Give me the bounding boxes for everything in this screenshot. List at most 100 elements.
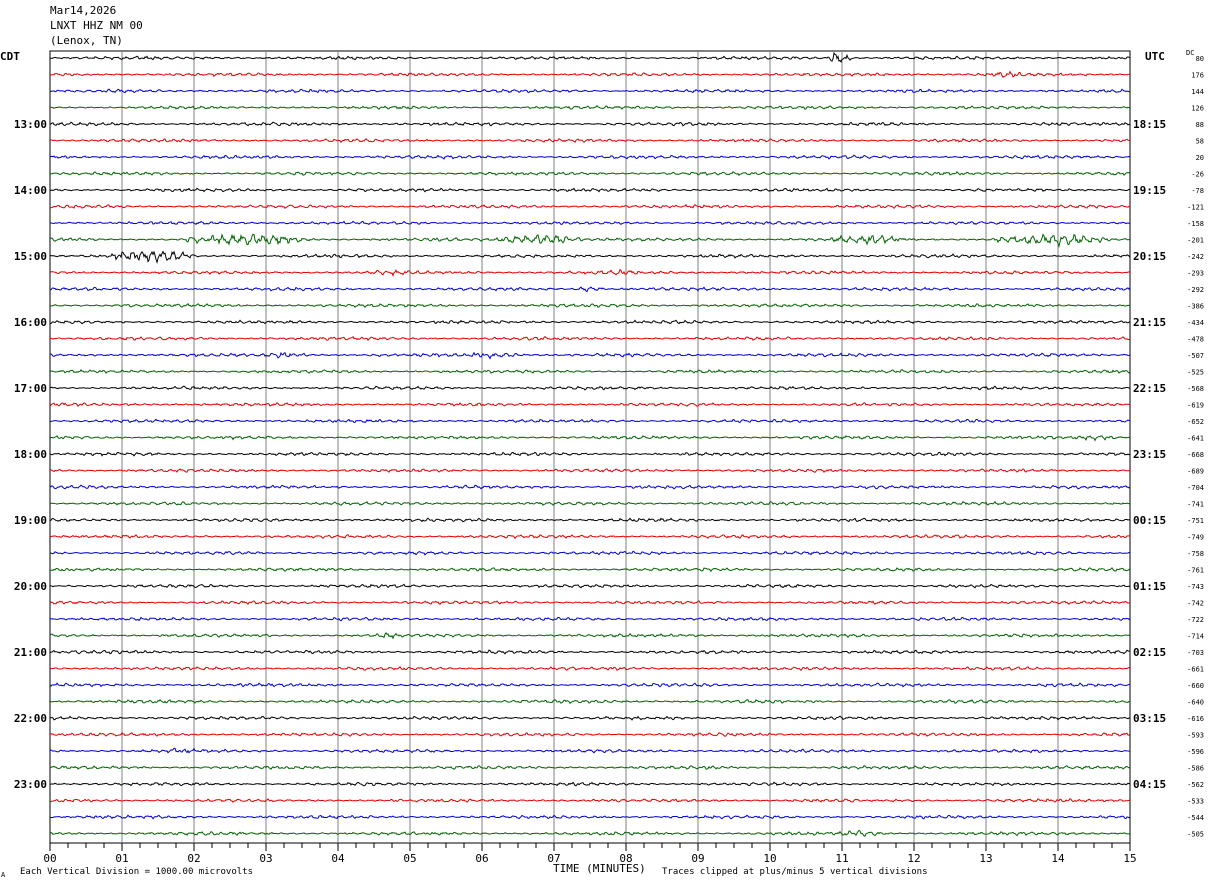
trace-row-39 bbox=[49, 698, 1131, 704]
trace-row-34 bbox=[49, 616, 1131, 622]
trace-row-37 bbox=[49, 666, 1131, 672]
trace-row-3 bbox=[49, 104, 1131, 110]
trace-row-45 bbox=[49, 798, 1131, 803]
trace-row-32 bbox=[49, 583, 1131, 589]
cdt-hour-label: 21:00 bbox=[14, 646, 47, 659]
x-tick-label: 10 bbox=[763, 852, 776, 865]
dc-offset-label: -434 bbox=[1187, 319, 1204, 327]
trace-row-17 bbox=[49, 335, 1131, 341]
cdt-hour-label: 15:00 bbox=[14, 250, 47, 263]
trace-row-4 bbox=[49, 121, 1131, 127]
trace-row-33 bbox=[49, 600, 1131, 606]
x-tick-label: 00 bbox=[43, 852, 56, 865]
trace-row-15 bbox=[49, 302, 1131, 309]
x-tick-label: 12 bbox=[907, 852, 920, 865]
seismogram-plot: 00 01 02 03 04 05 06 07 08 09 10 11 12 13 14 1580176144… bbox=[14, 50, 1204, 865]
trace-row-47 bbox=[49, 829, 1131, 837]
cdt-hour-label: 14:00 bbox=[14, 184, 47, 197]
trace-row-21 bbox=[49, 402, 1131, 408]
trace-row-0 bbox=[49, 51, 1131, 63]
utc-hour-label: 20:15 bbox=[1133, 250, 1166, 263]
trace-row-35 bbox=[49, 632, 1131, 640]
dc-offset-label: -743 bbox=[1187, 583, 1204, 591]
dc-offset-label: 176 bbox=[1191, 72, 1204, 80]
dc-offset-label: -660 bbox=[1187, 682, 1204, 690]
dc-offset-label: -386 bbox=[1187, 303, 1204, 311]
cdt-hour-label: 18:00 bbox=[14, 448, 47, 461]
x-tick-label: 14 bbox=[1051, 852, 1065, 865]
dc-offset-label: -562 bbox=[1187, 781, 1204, 789]
trace-row-28 bbox=[49, 517, 1131, 523]
trace-row-27 bbox=[49, 500, 1131, 506]
utc-hour-label: 19:15 bbox=[1133, 184, 1166, 197]
dc-offset-label: -714 bbox=[1187, 633, 1204, 641]
trace-row-13 bbox=[49, 268, 1131, 278]
trace-row-22 bbox=[49, 418, 1131, 424]
trace-row-41 bbox=[49, 731, 1131, 737]
x-tick-label: 05 bbox=[403, 852, 416, 865]
dc-offset-label: 80 bbox=[1196, 55, 1204, 63]
trace-row-16 bbox=[49, 319, 1131, 325]
trace-row-42 bbox=[49, 747, 1131, 754]
trace-row-24 bbox=[49, 451, 1131, 457]
dc-offset-label: -593 bbox=[1187, 732, 1204, 740]
dc-offset-label: 126 bbox=[1191, 105, 1204, 113]
corner-mark: A bbox=[1, 871, 6, 879]
dc-offset-label: -507 bbox=[1187, 352, 1204, 360]
cdt-hour-label: 13:00 bbox=[14, 118, 47, 131]
trace-row-9 bbox=[49, 203, 1131, 209]
trace-row-36 bbox=[49, 649, 1131, 655]
dc-offset-label: 58 bbox=[1196, 138, 1204, 146]
dc-offset-label: 144 bbox=[1191, 88, 1204, 96]
utc-hour-label: 23:15 bbox=[1133, 448, 1166, 461]
utc-hour-label: 03:15 bbox=[1133, 712, 1166, 725]
trace-row-7 bbox=[50, 170, 1131, 177]
trace-row-12 bbox=[49, 250, 1131, 264]
trace-row-8 bbox=[49, 187, 1131, 193]
utc-hour-label: 02:15 bbox=[1133, 646, 1166, 659]
dc-offset-label: -544 bbox=[1187, 814, 1204, 822]
dc-offset-label: -668 bbox=[1187, 451, 1204, 459]
scale-note: Each Vertical Division = 1000.00 microvo… bbox=[20, 867, 253, 877]
x-tick-label: 04 bbox=[331, 852, 345, 865]
trace-row-31 bbox=[49, 567, 1131, 573]
trace-row-5 bbox=[49, 138, 1131, 144]
dc-offset-label: -525 bbox=[1187, 369, 1204, 377]
trace-row-25 bbox=[49, 468, 1131, 474]
trace-row-18 bbox=[49, 351, 1131, 360]
trace-row-6 bbox=[49, 154, 1131, 160]
x-tick-label: 13 bbox=[979, 852, 992, 865]
trace-row-10 bbox=[49, 220, 1131, 226]
trace-row-23 bbox=[49, 435, 1131, 442]
dc-offset-label: -596 bbox=[1187, 748, 1204, 756]
utc-hour-label: 01:15 bbox=[1133, 580, 1166, 593]
dc-offset-label: -121 bbox=[1187, 204, 1204, 212]
dc-offset-label: -619 bbox=[1187, 402, 1204, 410]
cdt-hour-label: 19:00 bbox=[14, 514, 47, 527]
clip-note: Traces clipped at plus/minus 5 vertical … bbox=[662, 867, 928, 877]
dc-offset-label: -478 bbox=[1187, 336, 1204, 344]
dc-offset-label: -751 bbox=[1187, 517, 1204, 525]
utc-hour-label: 18:15 bbox=[1133, 118, 1166, 131]
dc-offset-label: -533 bbox=[1187, 798, 1204, 806]
x-tick-label: 06 bbox=[475, 852, 488, 865]
cdt-hour-label: 20:00 bbox=[14, 580, 47, 593]
dc-offset-label: -78 bbox=[1191, 187, 1204, 195]
dc-offset-label: -505 bbox=[1187, 831, 1204, 839]
x-tick-label: 03 bbox=[259, 852, 272, 865]
trace-row-38 bbox=[49, 682, 1131, 688]
dc-offset-label: -749 bbox=[1187, 534, 1204, 542]
dc-offset-label: -758 bbox=[1187, 550, 1204, 558]
dc-offset-label: -722 bbox=[1187, 616, 1204, 624]
dc-offset-label: -158 bbox=[1187, 220, 1204, 228]
dc-offset-label: -703 bbox=[1187, 649, 1204, 657]
dc-offset-label: -242 bbox=[1187, 253, 1204, 261]
plot-frame bbox=[49, 50, 1131, 844]
utc-hour-label: 22:15 bbox=[1133, 382, 1166, 395]
utc-hour-label: 21:15 bbox=[1133, 316, 1166, 329]
trace-row-43 bbox=[49, 765, 1131, 770]
trace-row-1 bbox=[49, 70, 1131, 78]
dc-offset-label: -293 bbox=[1187, 270, 1204, 278]
dc-offset-label: -742 bbox=[1187, 600, 1204, 608]
dc-offset-label: -26 bbox=[1191, 171, 1204, 179]
